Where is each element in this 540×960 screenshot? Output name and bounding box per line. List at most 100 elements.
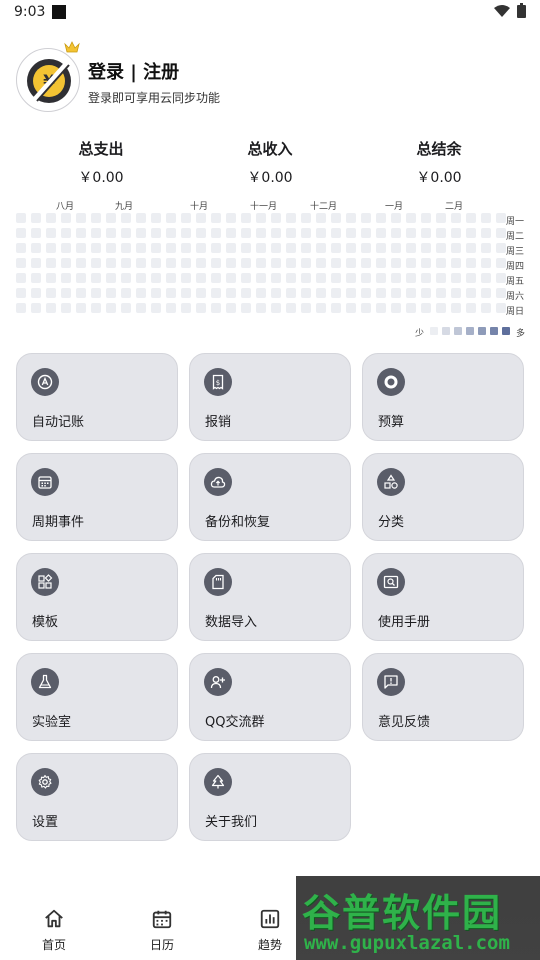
feature-card-tree[interactable]: 关于我们 [189,753,351,841]
receipt-icon: $ [204,368,232,396]
feature-card-flask[interactable]: 实验室 [16,653,178,741]
feature-card-category-shapes[interactable]: 分类 [362,453,524,541]
feature-card-cloud-upload[interactable]: 备份和恢复 [189,453,351,541]
crown-icon [64,41,80,53]
heatmap-cell [376,228,386,238]
heatmap-cell [451,288,461,298]
heatmap-cell [286,303,296,313]
cloud-upload-icon [204,468,232,496]
feature-card-widgets[interactable]: 模板 [16,553,178,641]
heatmap-cell [46,228,56,238]
calendar-icon [31,468,59,496]
feature-card-label: 分类 [378,515,405,530]
feature-card-gear[interactable]: 设置 [16,753,178,841]
feedback-icon [377,668,405,696]
day-label: 周六 [506,292,525,302]
legend-cell [454,327,462,335]
feature-card-feedback[interactable]: 意见反馈 [362,653,524,741]
heatmap-cell [76,243,86,253]
heatmap-cell [421,228,431,238]
heatmap-cell [226,288,236,298]
login-register-title[interactable]: 登录 | 注册 [88,58,179,84]
feature-card-label: 报销 [205,415,232,430]
heatmap-cell [286,273,296,283]
heatmap-cell [466,213,476,223]
heatmap-cell [496,288,506,298]
heatmap-cell [151,273,161,283]
heatmap-cell [346,273,356,283]
feature-card-auto-a[interactable]: 自动记账 [16,353,178,441]
heatmap-cell [136,243,146,253]
day-label: 周一 [506,217,525,227]
summary-label: 总结余 [416,140,462,158]
feature-card-label: 周期事件 [32,515,85,530]
heatmap-cell [106,228,116,238]
heatmap-cell [346,288,356,298]
heatmap-cell [241,258,251,268]
heatmap-cell [301,288,311,298]
legend-cell [490,327,498,335]
heatmap-cell [166,273,176,283]
heatmap-cell [451,228,461,238]
watermark-overlay: 谷普软件园 www.gupuxlazal.com [296,876,540,960]
heatmap-cell [91,303,101,313]
heatmap-cell [31,303,41,313]
heatmap-cell [466,243,476,253]
heatmap-cell [496,303,506,313]
heatmap-cell [346,243,356,253]
heatmap-cell [331,228,341,238]
feature-card-calendar[interactable]: 周期事件 [16,453,178,541]
heatmap-cell [421,303,431,313]
heatmap-cell [301,228,311,238]
legend-less: 少 [415,329,425,339]
heatmap-cell [46,258,56,268]
heatmap-cell [406,243,416,253]
heatmap-cell [346,258,356,268]
heatmap-cell [286,258,296,268]
heatmap-cell [466,273,476,283]
heatmap-cell [436,303,446,313]
feature-card-receipt[interactable]: $ 报销 [189,353,351,441]
heatmap-cell [136,258,146,268]
home-icon [45,909,63,928]
heatmap-cell [271,228,281,238]
heatmap-cell [271,258,281,268]
heatmap-cell [481,303,491,313]
heatmap-cell [361,243,371,253]
heatmap-cell [361,228,371,238]
heatmap-cell [331,288,341,298]
legend-cell [442,327,450,335]
feature-card-manual-search[interactable]: 使用手册 [362,553,524,641]
nav-calendar[interactable]: 日历 [108,900,216,960]
nav-home[interactable]: 首页 [0,900,108,960]
heatmap-cell [481,228,491,238]
heatmap-cell [406,258,416,268]
heatmap-cell [286,213,296,223]
heatmap-cell [196,243,206,253]
feature-card-budget-ring[interactable]: 预算 [362,353,524,441]
heatmap-cell [136,288,146,298]
heatmap-cell [181,213,191,223]
feature-card-add-group[interactable]: QQ交流群 [189,653,351,741]
battery-icon [517,3,526,18]
heatmap-cell [346,213,356,223]
heatmap-cell [361,213,371,223]
heatmap-cell [331,273,341,283]
heatmap-cell [451,273,461,283]
avatar[interactable]: ¥ [16,48,80,112]
heatmap-cell [196,258,206,268]
heatmap-cell [376,213,386,223]
heatmap-cell [226,243,236,253]
heatmap-cell [391,288,401,298]
feature-card-sd-card[interactable]: 数据导入 [189,553,351,641]
heatmap-cell [421,288,431,298]
heatmap-cell [271,243,281,253]
heatmap-cell [451,258,461,268]
month-label: 九月 [115,202,134,212]
heatmap-cell [211,228,221,238]
heatmap-cell [76,213,86,223]
heatmap-cell [256,258,266,268]
feature-card-label: 使用手册 [378,615,431,630]
heatmap-cell [121,303,131,313]
heatmap-cell [466,288,476,298]
